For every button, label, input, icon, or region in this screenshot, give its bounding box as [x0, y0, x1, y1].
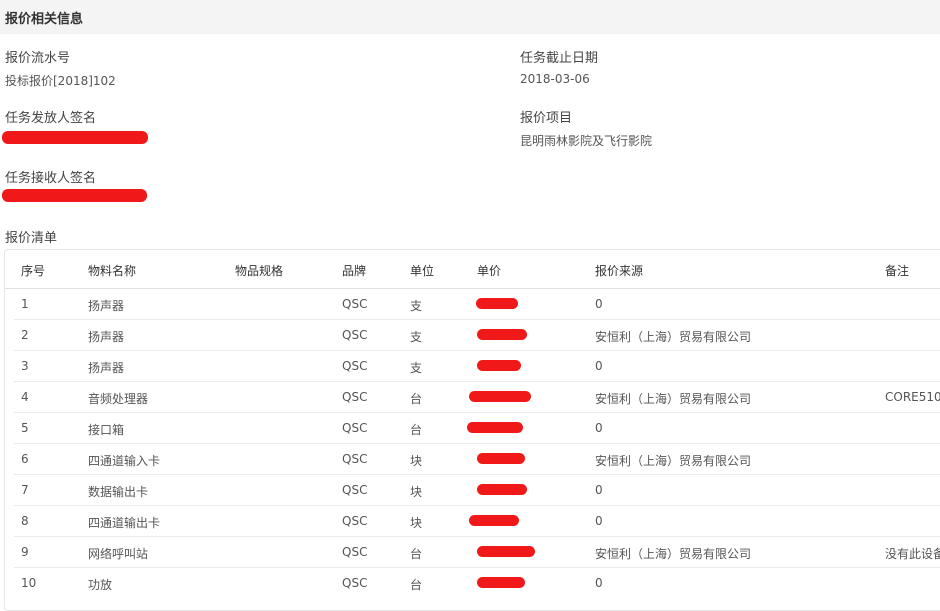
cell-name: 数据输出卡 — [88, 485, 149, 499]
cell-brand: QSC — [342, 545, 368, 559]
cell-name: 扬声器 — [88, 361, 125, 375]
cell-source: 安恒利（上海）贸易有限公司 — [595, 392, 752, 406]
deadline-value: 2018-03-06 — [520, 72, 590, 86]
cell-brand: QSC — [342, 514, 368, 528]
cell-seq: 2 — [21, 328, 29, 342]
cell-seq: 3 — [21, 359, 29, 373]
cell-unit: 台 — [410, 423, 423, 437]
cell-name: 音频处理器 — [88, 392, 149, 406]
price-redaction — [477, 360, 521, 371]
table-row[interactable]: 3 扬声器 QSC 支 0 — [14, 351, 940, 382]
cell-seq: 5 — [21, 421, 29, 435]
price-redaction — [477, 484, 527, 495]
col-header-note: 备注 — [885, 264, 910, 278]
cell-source: 0 — [595, 359, 603, 373]
table-row[interactable]: 5 接口箱 QSC 台 0 — [14, 413, 940, 444]
project-value: 昆明雨林影院及飞行影院 — [520, 134, 653, 148]
cell-source: 安恒利（上海）贸易有限公司 — [595, 454, 752, 468]
cell-name: 扬声器 — [88, 299, 125, 313]
cell-name: 接口箱 — [88, 423, 125, 437]
cell-unit: 台 — [410, 578, 423, 592]
cell-brand: QSC — [342, 483, 368, 497]
col-header-seq: 序号 — [21, 264, 46, 278]
table-row[interactable]: 10 功放 QSC 台 0 — [14, 568, 940, 598]
cell-unit: 台 — [410, 547, 423, 561]
cell-unit: 块 — [410, 516, 423, 530]
cell-name: 扬声器 — [88, 330, 125, 344]
table-row[interactable]: 6 四通道输入卡 QSC 块 安恒利（上海）贸易有限公司 — [14, 444, 940, 475]
col-header-brand: 品牌 — [342, 264, 367, 278]
cell-seq: 7 — [21, 483, 29, 497]
cell-name: 功放 — [88, 578, 113, 592]
price-redaction — [477, 546, 535, 557]
price-redaction — [469, 515, 519, 526]
cell-note: 没有此设备 — [885, 547, 940, 561]
col-header-unit: 单位 — [410, 264, 435, 278]
col-header-source: 报价来源 — [595, 264, 644, 278]
cell-source: 0 — [595, 421, 603, 435]
cell-seq: 4 — [21, 390, 29, 404]
cell-name: 网络呼叫站 — [88, 547, 149, 561]
cell-brand: QSC — [342, 297, 368, 311]
table-header-row: 序号 物料名称 物品规格 品牌 单位 单价 报价来源 备注 — [5, 250, 940, 289]
cell-source: 0 — [595, 514, 603, 528]
cell-seq: 9 — [21, 545, 29, 559]
section-header: 报价相关信息 — [0, 0, 940, 34]
price-redaction — [467, 422, 523, 433]
cell-seq: 8 — [21, 514, 29, 528]
price-redaction — [477, 577, 525, 588]
issuer-signature-redaction — [2, 131, 148, 144]
cell-unit: 支 — [410, 361, 423, 375]
price-redaction — [469, 391, 531, 402]
cell-seq: 6 — [21, 452, 29, 466]
table-row[interactable]: 9 网络呼叫站 QSC 台 安恒利（上海）贸易有限公司 没有此设备 — [14, 537, 940, 568]
cell-brand: QSC — [342, 452, 368, 466]
table-row[interactable]: 4 音频处理器 QSC 台 安恒利（上海）贸易有限公司 CORE510I — [14, 382, 940, 413]
cell-brand: QSC — [342, 576, 368, 590]
cell-seq: 1 — [21, 297, 29, 311]
cell-unit: 台 — [410, 392, 423, 406]
col-header-name: 物料名称 — [88, 264, 137, 278]
quote-list-title: 报价清单 — [5, 231, 58, 246]
section-title: 报价相关信息 — [5, 12, 84, 27]
cell-source: 安恒利（上海）贸易有限公司 — [595, 330, 752, 344]
receiver-signature-label: 任务接收人签名 — [5, 171, 97, 186]
cell-brand: QSC — [342, 328, 368, 342]
cell-unit: 块 — [410, 485, 423, 499]
quote-no-label: 报价流水号 — [5, 51, 71, 66]
cell-note: CORE510I — [885, 390, 940, 404]
quote-no-value: 投标报价[2018]102 — [5, 74, 116, 88]
cell-unit: 支 — [410, 299, 423, 313]
cell-unit: 支 — [410, 330, 423, 344]
cell-name: 四通道输出卡 — [88, 516, 161, 530]
issuer-signature-label: 任务发放人签名 — [5, 111, 97, 126]
cell-brand: QSC — [342, 421, 368, 435]
cell-source: 0 — [595, 483, 603, 497]
project-label: 报价项目 — [520, 111, 573, 126]
col-header-price: 单价 — [477, 264, 502, 278]
table-row[interactable]: 1 扬声器 QSC 支 0 — [14, 289, 940, 320]
cell-source: 0 — [595, 297, 603, 311]
col-header-spec: 物品规格 — [235, 264, 284, 278]
table-row[interactable]: 7 数据输出卡 QSC 块 0 — [14, 475, 940, 506]
receiver-signature-redaction — [2, 189, 147, 202]
table-row[interactable]: 8 四通道输出卡 QSC 块 0 — [14, 506, 940, 537]
cell-source: 0 — [595, 576, 603, 590]
price-redaction — [477, 329, 527, 340]
cell-source: 安恒利（上海）贸易有限公司 — [595, 547, 752, 561]
cell-brand: QSC — [342, 390, 368, 404]
deadline-label: 任务截止日期 — [520, 51, 599, 66]
price-redaction — [476, 298, 518, 309]
quote-list-table: 序号 物料名称 物品规格 品牌 单位 单价 报价来源 备注 1 扬声器 QSC … — [4, 249, 940, 611]
cell-brand: QSC — [342, 359, 368, 373]
cell-seq: 10 — [21, 576, 37, 590]
cell-unit: 块 — [410, 454, 423, 468]
cell-name: 四通道输入卡 — [88, 454, 161, 468]
price-redaction — [477, 453, 525, 464]
table-row[interactable]: 2 扬声器 QSC 支 安恒利（上海）贸易有限公司 — [14, 320, 940, 351]
